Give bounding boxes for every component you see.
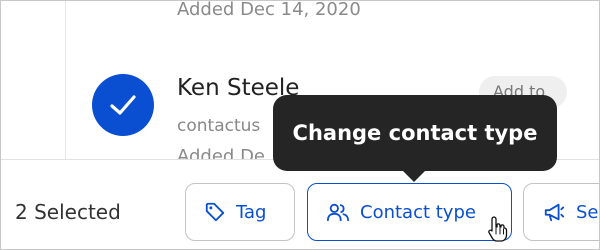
tooltip: Change contact type [273,95,557,171]
users-icon [326,203,349,222]
contacts-panel: Added Dec 14, 2020 Ken Steele contactus … [0,0,600,250]
previous-contact-added-date: Added Dec 14, 2020 [177,0,361,20]
send-button[interactable]: Se [523,183,599,241]
hand-pointer-icon [488,216,508,242]
contact-select-checkbox[interactable] [92,74,154,136]
selected-count: 2 Selected [15,200,121,224]
contact-email: contactus [177,116,261,136]
tag-button[interactable]: Tag [185,183,295,241]
tag-icon [205,202,225,222]
contact-type-button-label: Contact type [360,201,476,223]
list-divider [65,1,66,161]
checkmark-icon [110,95,136,115]
tooltip-arrow [401,169,427,182]
contact-type-button[interactable]: Contact type [307,183,512,241]
tooltip-text: Change contact type [292,121,538,145]
send-button-label: Se [576,201,599,223]
megaphone-icon [544,203,565,222]
tag-button-label: Tag [236,201,267,223]
